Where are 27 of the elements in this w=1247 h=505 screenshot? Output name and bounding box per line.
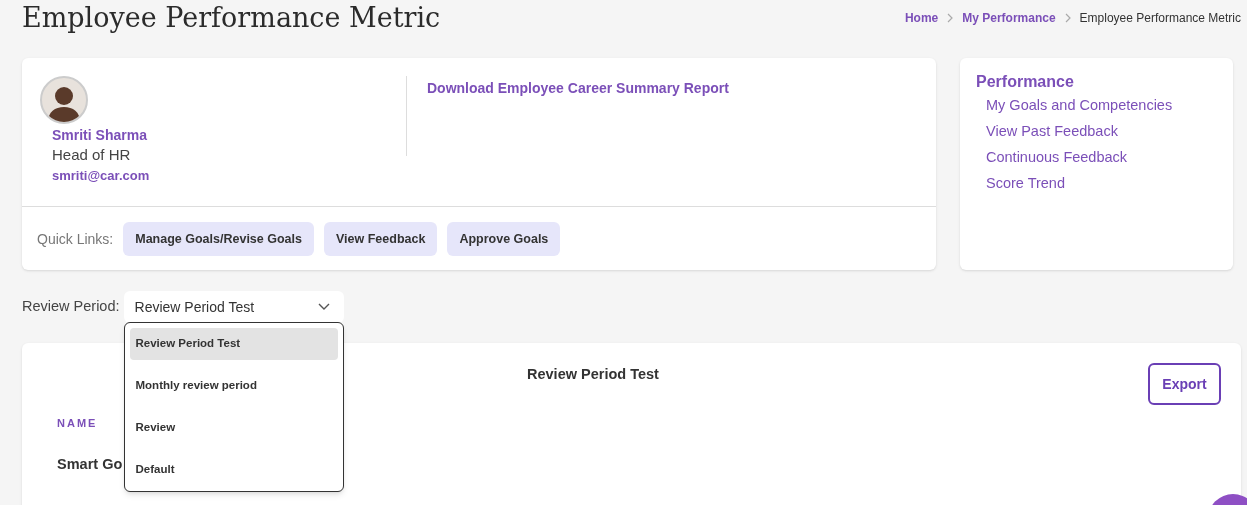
breadcrumb-link[interactable]: Home <box>904 9 939 27</box>
employee-role: Head of HR <box>52 145 132 165</box>
quick-link-button[interactable]: Manage Goals/Revise Goals <box>123 222 314 256</box>
report-link[interactable]: Download Employee Career Summary Report <box>427 80 729 96</box>
dropdown-option[interactable]: Review Period Test <box>129 328 338 360</box>
page-title: Employee Performance Metric <box>22 1 441 35</box>
performance-menu-link[interactable]: View Past Feedback <box>976 118 1118 144</box>
performance-menu-link[interactable]: Score Trend <box>976 170 1065 196</box>
report-title: Review Period Test <box>527 365 659 384</box>
export-button[interactable]: Export <box>1148 363 1221 405</box>
breadcrumb-current: Employee Performance Metric <box>1079 10 1241 27</box>
quick-link-button[interactable]: Approve Goals <box>447 222 561 256</box>
review-period-select[interactable]: Review Period Test <box>123 291 344 323</box>
employee-name[interactable]: Smriti Sharma <box>52 125 406 145</box>
table-cell-text: Smart Go <box>57 454 123 474</box>
performance-heading: Performance <box>976 72 1074 92</box>
chevron-down-icon <box>317 303 330 311</box>
performance-menu-link[interactable]: My Goals and Competencies <box>976 92 1173 118</box>
employee-email[interactable]: smriti@car.com <box>52 165 406 187</box>
column-header: NAME <box>57 416 98 431</box>
quick-links-label: Quick Links: <box>37 229 114 249</box>
chevron-right-icon <box>1063 13 1072 23</box>
review-period-label: Review Period: <box>22 297 120 316</box>
chevron-right-icon <box>946 13 955 23</box>
performance-menu-link[interactable]: Continuous Feedback <box>976 144 1128 170</box>
quick-link-button[interactable]: View Feedback <box>324 222 438 256</box>
breadcrumb-link[interactable]: My Performance <box>962 9 1056 27</box>
